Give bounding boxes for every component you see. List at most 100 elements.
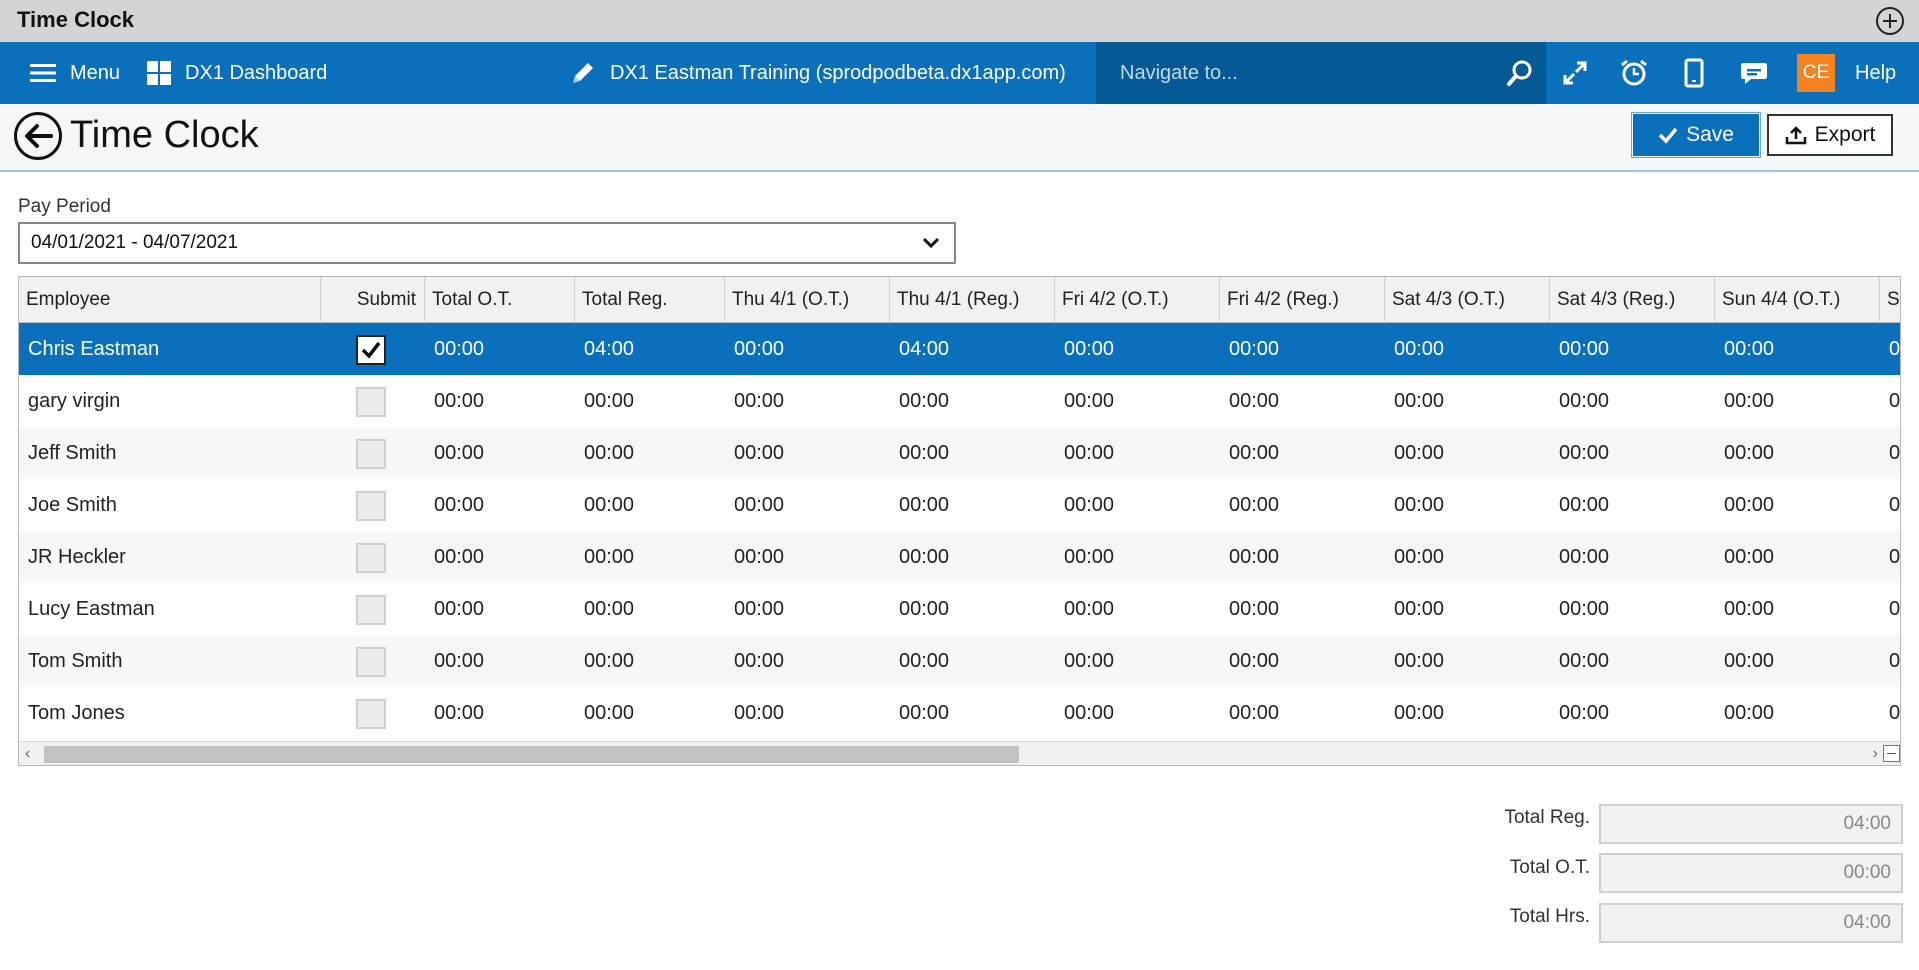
time-value-cell[interactable]: 00:00	[1724, 635, 1879, 687]
chat-icon[interactable]	[1738, 57, 1770, 89]
time-value-cell[interactable]: 00:00	[1229, 427, 1384, 479]
time-value-cell[interactable]: 00:00	[1394, 427, 1549, 479]
add-icon[interactable]	[1876, 7, 1904, 35]
time-value-cell[interactable]: 00:00	[1394, 375, 1549, 427]
time-value-cell[interactable]: 00:00	[734, 427, 889, 479]
time-value-cell[interactable]: 00:00	[584, 479, 724, 531]
scroll-right-icon[interactable]: ›	[1873, 745, 1878, 763]
time-value-cell[interactable]: 00:00	[734, 583, 889, 635]
table-row[interactable]: Tom Smith 00:00 00:00 00:00 00:00 00:00 00:00 0…	[19, 635, 1900, 687]
time-value-cell[interactable]: 00:00	[1559, 531, 1714, 583]
submit-checkbox[interactable]	[356, 439, 386, 469]
table-row[interactable]: Joe Smith 00:00 00:00 00:00 00:00 00:00 00:00 0…	[19, 479, 1900, 531]
submit-checkbox[interactable]	[356, 491, 386, 521]
submit-checkbox[interactable]	[356, 699, 386, 729]
table-row[interactable]: Chris Eastman 00:00 04:00 00:00 04:00 00:00 00…	[19, 323, 1900, 375]
submit-checkbox[interactable]	[356, 387, 386, 417]
time-value-cell[interactable]: 00:00	[1229, 375, 1384, 427]
time-value-cell[interactable]: 00:00	[1394, 635, 1549, 687]
time-value-cell[interactable]: 00:00	[1394, 479, 1549, 531]
save-button[interactable]: Save	[1631, 112, 1761, 158]
time-value-cell[interactable]: 00:00	[1559, 635, 1714, 687]
time-value-cell[interactable]: 00:00	[1724, 583, 1879, 635]
submit-checkbox[interactable]	[356, 543, 386, 573]
time-value-cell[interactable]: 00:00	[1559, 479, 1714, 531]
time-value-cell[interactable]: 00:00	[1064, 531, 1219, 583]
table-row[interactable]: Lucy Eastman 00:00 00:00 00:00 00:00 00:00 00:…	[19, 583, 1900, 635]
time-value-cell[interactable]: 00:00	[1724, 531, 1879, 583]
time-value-cell[interactable]: 00:00	[899, 375, 1054, 427]
time-value-cell[interactable]: 00:00	[1724, 323, 1879, 375]
environment-button[interactable]: DX1 Eastman Training (sprodpodbeta.dx1ap…	[570, 42, 1066, 104]
time-value-cell[interactable]: 00:00	[1724, 427, 1879, 479]
scrollbar-thumb[interactable]	[44, 746, 1019, 763]
time-value-cell[interactable]: 00:00	[434, 687, 574, 739]
time-value-cell[interactable]: 00:00	[1394, 323, 1549, 375]
time-value-cell[interactable]: 00:00	[1064, 427, 1219, 479]
time-value-cell[interactable]: 0	[1889, 375, 1900, 427]
submit-checkbox[interactable]	[356, 335, 386, 365]
menu-button[interactable]: Menu	[30, 42, 120, 104]
time-value-cell[interactable]: 00:00	[434, 635, 574, 687]
time-value-cell[interactable]: 04:00	[899, 323, 1054, 375]
time-value-cell[interactable]: 00:00	[734, 531, 889, 583]
submit-checkbox[interactable]	[356, 595, 386, 625]
time-value-cell[interactable]: 00:00	[1229, 531, 1384, 583]
column-header[interactable]: Sat 4/3 (Reg.)	[1550, 277, 1715, 323]
time-value-cell[interactable]: 0	[1889, 583, 1900, 635]
scroll-left-icon[interactable]: ‹	[25, 745, 30, 763]
time-value-cell[interactable]: 0	[1889, 687, 1900, 739]
column-header[interactable]: Employee	[19, 277, 321, 323]
time-value-cell[interactable]: 00:00	[1724, 375, 1879, 427]
time-value-cell[interactable]: 00:00	[1559, 323, 1714, 375]
time-value-cell[interactable]: 00:00	[1559, 427, 1714, 479]
time-value-cell[interactable]: 00:00	[434, 323, 574, 375]
time-value-cell[interactable]: 00:00	[584, 427, 724, 479]
time-value-cell[interactable]: 0	[1889, 635, 1900, 687]
time-value-cell[interactable]: 00:00	[584, 531, 724, 583]
time-value-cell[interactable]: 00:00	[1559, 583, 1714, 635]
time-value-cell[interactable]: 00:00	[1064, 323, 1219, 375]
time-value-cell[interactable]: 00:00	[584, 375, 724, 427]
column-header[interactable]: Thu 4/1 (O.T.)	[725, 277, 890, 323]
export-button[interactable]: Export	[1767, 114, 1893, 156]
time-value-cell[interactable]: 00:00	[1229, 479, 1384, 531]
user-avatar[interactable]: CE	[1797, 54, 1835, 92]
time-value-cell[interactable]: 00:00	[1229, 635, 1384, 687]
time-value-cell[interactable]: 00:00	[584, 583, 724, 635]
search-icon[interactable]	[1506, 59, 1534, 87]
help-link[interactable]: Help	[1855, 42, 1896, 104]
time-value-cell[interactable]: 00:00	[1724, 687, 1879, 739]
column-header[interactable]: Submit	[321, 277, 425, 323]
time-value-cell[interactable]: 00:00	[584, 687, 724, 739]
time-value-cell[interactable]: 0	[1889, 531, 1900, 583]
table-row[interactable]: JR Heckler 00:00 00:00 00:00 00:00 00:00 00:00…	[19, 531, 1900, 583]
alarm-clock-icon[interactable]	[1618, 57, 1650, 89]
time-value-cell[interactable]: 00:00	[1394, 531, 1549, 583]
time-value-cell[interactable]: 0	[1889, 427, 1900, 479]
time-value-cell[interactable]: 00:00	[1559, 687, 1714, 739]
time-value-cell[interactable]: 00:00	[1724, 479, 1879, 531]
time-value-cell[interactable]: 00:00	[434, 479, 574, 531]
time-value-cell[interactable]: 00:00	[734, 375, 889, 427]
time-value-cell[interactable]: 00:00	[899, 687, 1054, 739]
time-value-cell[interactable]: 00:00	[734, 479, 889, 531]
time-value-cell[interactable]: 00:00	[899, 583, 1054, 635]
fullscreen-icon[interactable]	[1559, 57, 1591, 89]
mobile-icon[interactable]	[1678, 57, 1710, 89]
time-value-cell[interactable]: 00:00	[734, 687, 889, 739]
column-header[interactable]: Sat 4/3 (O.T.)	[1385, 277, 1550, 323]
time-value-cell[interactable]: 00:00	[1064, 479, 1219, 531]
table-row[interactable]: Jeff Smith 00:00 00:00 00:00 00:00 00:00 00:00…	[19, 427, 1900, 479]
time-value-cell[interactable]: 00:00	[734, 323, 889, 375]
back-arrow-icon[interactable]	[14, 112, 62, 160]
time-value-cell[interactable]: 00:00	[1064, 687, 1219, 739]
dashboard-button[interactable]: DX1 Dashboard	[147, 42, 327, 104]
time-value-cell[interactable]: 00:00	[899, 427, 1054, 479]
time-value-cell[interactable]: 00:00	[1064, 583, 1219, 635]
pay-period-select[interactable]: 04/01/2021 - 04/07/2021	[18, 222, 956, 264]
time-value-cell[interactable]: 00:00	[434, 375, 574, 427]
time-value-cell[interactable]: 00:00	[734, 635, 889, 687]
time-value-cell[interactable]: 04:00	[584, 323, 724, 375]
column-header[interactable]: Sun 4/4 (O.T.)	[1715, 277, 1880, 323]
